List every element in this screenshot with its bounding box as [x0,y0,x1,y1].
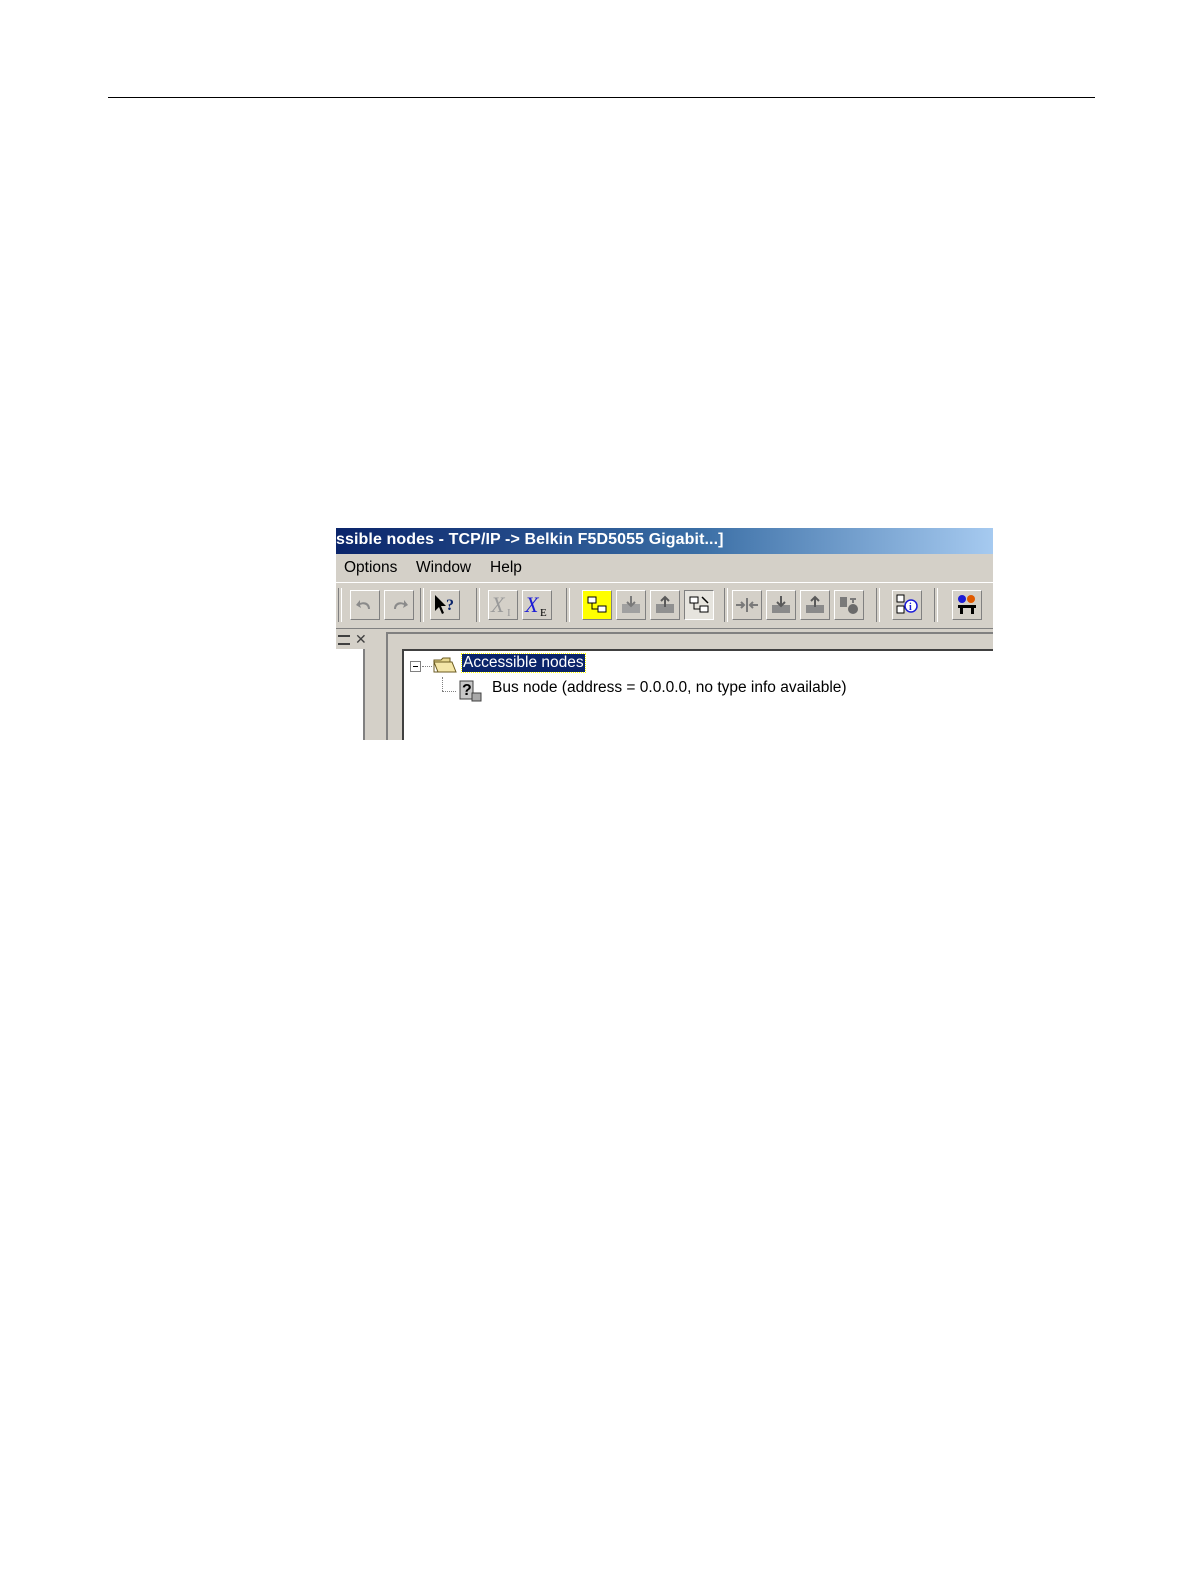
folder-open-icon [433,657,457,673]
svg-text:?: ? [462,682,472,699]
menu-help[interactable]: Help [490,559,522,577]
download-all-button[interactable] [766,590,796,620]
settings-icon [958,595,976,614]
connect-icon [736,598,758,612]
svg-text:?: ? [446,597,454,614]
panel-close-icon[interactable]: ✕ [355,631,367,648]
export-button[interactable]: X E [522,590,552,620]
toolbar-separator [876,588,880,622]
scan-network-button[interactable] [684,590,714,620]
tree-view[interactable]: Accessible nodes ? Bus node (address = 0… [402,649,993,740]
title-bar[interactable]: ssible nodes - TCP/IP -> Belkin F5D5055 … [336,528,993,554]
menu-bar: Options Window Help [336,555,993,583]
toolbar-separator [566,588,570,622]
upload-all-icon [806,595,824,613]
toolbar-separator [724,588,728,622]
toolbar-separator [934,588,938,622]
menu-options[interactable]: Options [344,559,397,577]
network-view-button[interactable] [582,590,612,620]
svg-text:E: E [540,607,547,618]
scan-network-icon [689,596,709,613]
application-window: ssible nodes - TCP/IP -> Belkin F5D5055 … [336,528,993,740]
import-icon: X I [490,592,511,618]
tree-root-label[interactable]: Accessible nodes [461,653,586,673]
upload-all-button[interactable] [800,590,830,620]
export-icon: X E [524,592,547,618]
main-pane: Accessible nodes ? Bus node (address = 0… [386,632,993,740]
undo-icon [356,600,370,609]
context-help-button[interactable]: ? [430,590,460,620]
upload-icon [656,595,674,613]
side-panel-content [336,649,365,740]
svg-text:X: X [490,592,506,617]
device-info-icon [840,597,858,614]
window-title: ssible nodes - TCP/IP -> Belkin F5D5055 … [336,531,724,548]
tree-connector [422,666,432,667]
toolbar-separator [476,588,480,622]
node-info-icon: i [896,594,918,614]
collapse-icon[interactable] [410,661,421,672]
undo-button[interactable] [350,590,380,620]
redo-icon [394,600,408,609]
svg-text:I: I [507,607,511,618]
tree-child-label[interactable]: Bus node (address = 0.0.0.0, no type inf… [492,679,847,697]
settings-button[interactable] [952,590,982,620]
menu-window[interactable]: Window [416,559,471,577]
side-panel: ✕ [336,629,379,740]
download-button[interactable] [616,590,646,620]
panel-menu-icon[interactable] [338,635,350,645]
context-help-icon: ? [435,595,454,614]
connect-button[interactable] [732,590,762,620]
toolbar: ? X I X E i [336,584,993,629]
download-icon [622,596,640,613]
download-all-icon [772,596,790,613]
upload-button[interactable] [650,590,680,620]
import-button[interactable]: X I [488,590,518,620]
redo-button[interactable] [384,590,414,620]
svg-text:i: i [909,602,912,613]
svg-text:X: X [524,592,540,617]
tree-connector [442,691,456,692]
network-view-icon [587,596,607,613]
unknown-device-icon: ? [459,680,482,702]
tree-connector [442,677,443,691]
node-info-button[interactable]: i [892,590,922,620]
toolbar-separator [338,588,342,622]
toolbar-separator [420,588,424,622]
page-header-rule [108,97,1095,98]
device-info-button[interactable] [834,590,864,620]
